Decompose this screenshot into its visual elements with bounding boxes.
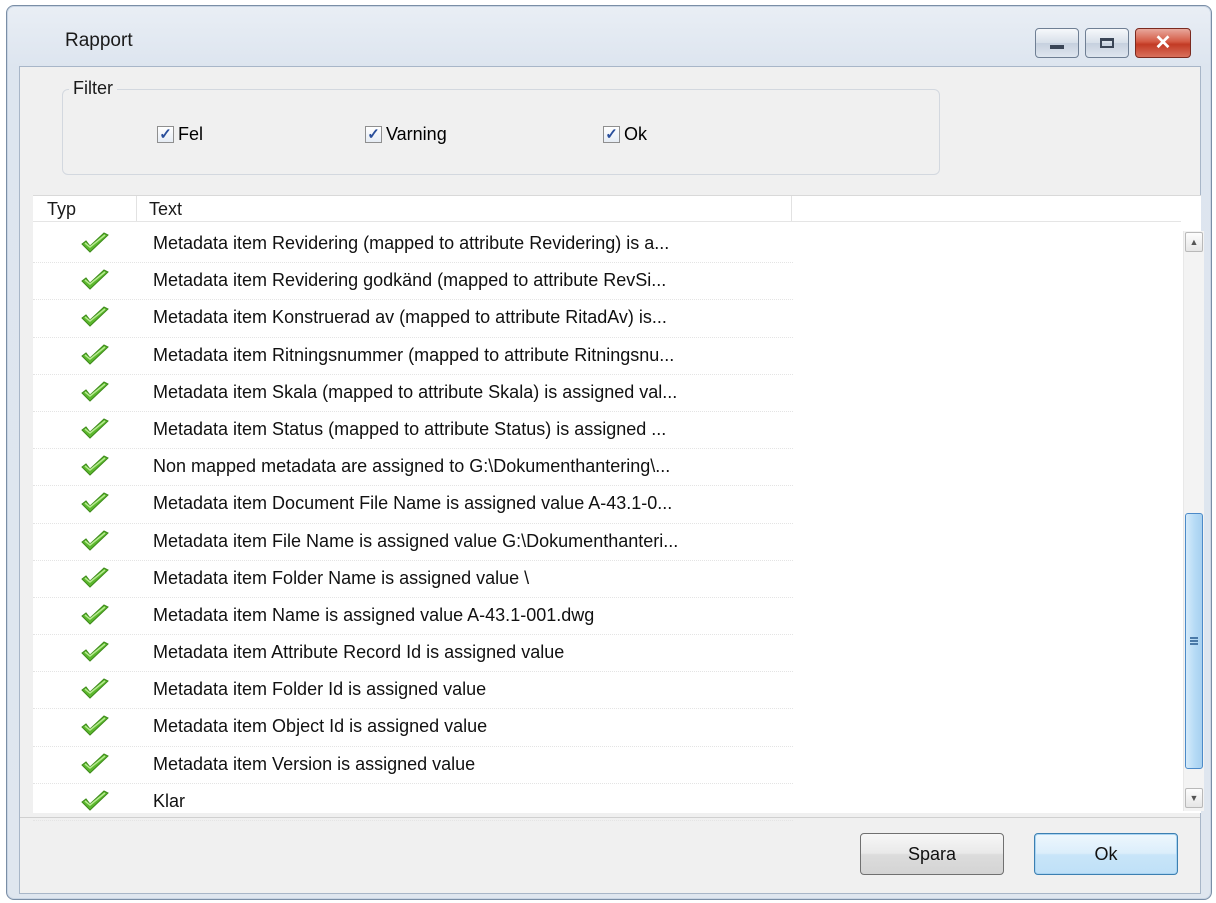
- list-item[interactable]: Metadata item Folder Name is assigned va…: [33, 561, 793, 598]
- list-item-text: Metadata item Ritningsnummer (mapped to …: [153, 344, 675, 365]
- filter-legend: Filter: [69, 78, 117, 99]
- column-header-text[interactable]: Text: [149, 199, 182, 220]
- green-check-icon: [80, 343, 110, 366]
- window-title: Rapport: [65, 30, 133, 51]
- green-check-icon: [80, 381, 110, 403]
- list-item-text: Metadata item Attribute Record Id is ass…: [153, 642, 565, 663]
- green-check-icon: [80, 715, 110, 737]
- list-item-text: Metadata item Object Id is assigned valu…: [153, 716, 488, 737]
- filter-varning-checkbox[interactable]: ✓ Varning: [365, 124, 447, 145]
- list-header: Typ Text: [33, 196, 1181, 222]
- column-divider[interactable]: [136, 196, 137, 221]
- green-check-icon: [80, 604, 110, 626]
- list-item-text: Metadata item File Name is assigned valu…: [153, 530, 679, 551]
- list-item-text: Non mapped metadata are assigned to G:\D…: [153, 456, 671, 477]
- list-item-text: Metadata item Folder Id is assigned valu…: [153, 679, 487, 700]
- column-divider[interactable]: [791, 196, 792, 221]
- filter-ok-checkbox[interactable]: ✓ Ok: [603, 124, 647, 145]
- scroll-down-button[interactable]: ▼: [1185, 788, 1203, 808]
- vertical-scrollbar[interactable]: ▲ ▼: [1183, 231, 1204, 811]
- list-item[interactable]: Metadata item Folder Id is assigned valu…: [33, 672, 793, 710]
- green-check-icon: [80, 455, 110, 477]
- report-list[interactable]: Typ Text Metadata item Revidering (mappe…: [33, 195, 1204, 821]
- list-item[interactable]: Klar: [33, 784, 793, 821]
- close-icon: ✕: [1154, 32, 1172, 54]
- dialog-client: Filter ✓ Fel ✓ Varning ✓ Ok Typ Text Met…: [19, 66, 1204, 894]
- green-check-icon: [80, 567, 110, 589]
- list-item-text: Metadata item Name is assigned value A-4…: [153, 604, 595, 625]
- green-check-icon: [80, 529, 110, 552]
- close-button[interactable]: ✕: [1135, 28, 1191, 58]
- grip-icon: [1190, 637, 1198, 645]
- green-check-icon: [80, 306, 110, 328]
- list-item[interactable]: Metadata item Konstruerad av (mapped to …: [33, 300, 793, 338]
- list-item[interactable]: Metadata item Name is assigned value A-4…: [33, 598, 793, 636]
- save-button[interactable]: Spara: [860, 833, 1004, 875]
- ok-button[interactable]: Ok: [1034, 833, 1178, 875]
- list-item[interactable]: Metadata item Ritningsnummer (mapped to …: [33, 338, 793, 375]
- list-item[interactable]: Metadata item Revidering (mapped to attr…: [33, 226, 793, 264]
- report-rows: Metadata item Revidering (mapped to attr…: [33, 226, 793, 821]
- list-item[interactable]: Non mapped metadata are assigned to G:\D…: [33, 449, 793, 487]
- column-header-typ[interactable]: Typ: [47, 199, 76, 220]
- checkmark-icon: ✓: [603, 126, 620, 143]
- list-item-text: Metadata item Skala (mapped to attribute…: [153, 381, 678, 402]
- list-item[interactable]: Metadata item Document File Name is assi…: [33, 486, 793, 524]
- maximize-button[interactable]: [1085, 28, 1129, 58]
- checkmark-icon: ✓: [157, 126, 174, 143]
- list-item-text: Metadata item Status (mapped to attribut…: [153, 418, 667, 439]
- list-item-text: Metadata item Document File Name is assi…: [153, 493, 673, 514]
- green-check-icon: [80, 492, 110, 514]
- green-check-icon: [80, 418, 110, 440]
- green-check-icon: [80, 790, 110, 812]
- green-check-icon: [80, 753, 110, 775]
- list-item[interactable]: Metadata item Skala (mapped to attribute…: [33, 375, 793, 412]
- green-check-icon: [80, 232, 110, 254]
- title-bar[interactable]: Rapport ✕: [7, 6, 1211, 66]
- scroll-up-button[interactable]: ▲: [1185, 232, 1203, 252]
- green-check-icon: [80, 678, 110, 700]
- caption-buttons: ✕: [1035, 28, 1191, 58]
- minimize-button[interactable]: [1035, 28, 1079, 58]
- maximize-icon: [1100, 38, 1114, 48]
- footer-divider: [20, 817, 1200, 818]
- filter-varning-label: Varning: [386, 124, 447, 144]
- list-item[interactable]: Metadata item File Name is assigned valu…: [33, 524, 793, 561]
- minimize-icon: [1050, 45, 1064, 49]
- filter-fel-checkbox[interactable]: ✓ Fel: [157, 124, 203, 145]
- green-check-icon: [80, 269, 110, 291]
- filter-fel-label: Fel: [178, 124, 204, 144]
- list-item[interactable]: Metadata item Attribute Record Id is ass…: [33, 635, 793, 673]
- scroll-thumb[interactable]: [1185, 513, 1203, 769]
- filter-ok-label: Ok: [624, 124, 648, 144]
- rapport-window: Rapport ✕ Filter ✓ Fel ✓ Varning ✓ Ok Ty…: [6, 5, 1212, 900]
- list-item-text: Metadata item Revidering (mapped to attr…: [153, 233, 670, 253]
- filter-group: Filter ✓ Fel ✓ Varning ✓ Ok: [62, 78, 940, 175]
- list-item-text: Metadata item Konstruerad av (mapped to …: [153, 307, 667, 328]
- list-item-text: Metadata item Revidering godkänd (mapped…: [153, 270, 667, 291]
- green-check-icon: [80, 641, 110, 663]
- checkmark-icon: ✓: [365, 126, 382, 143]
- list-item[interactable]: Metadata item Revidering godkänd (mapped…: [33, 263, 793, 301]
- list-item-text: Metadata item Version is assigned value: [153, 753, 476, 774]
- list-item[interactable]: Metadata item Status (mapped to attribut…: [33, 412, 793, 450]
- list-item-text: Klar: [153, 790, 186, 811]
- list-item-text: Metadata item Folder Name is assigned va…: [153, 567, 530, 588]
- list-item[interactable]: Metadata item Version is assigned value: [33, 747, 793, 784]
- list-item[interactable]: Metadata item Object Id is assigned valu…: [33, 709, 793, 747]
